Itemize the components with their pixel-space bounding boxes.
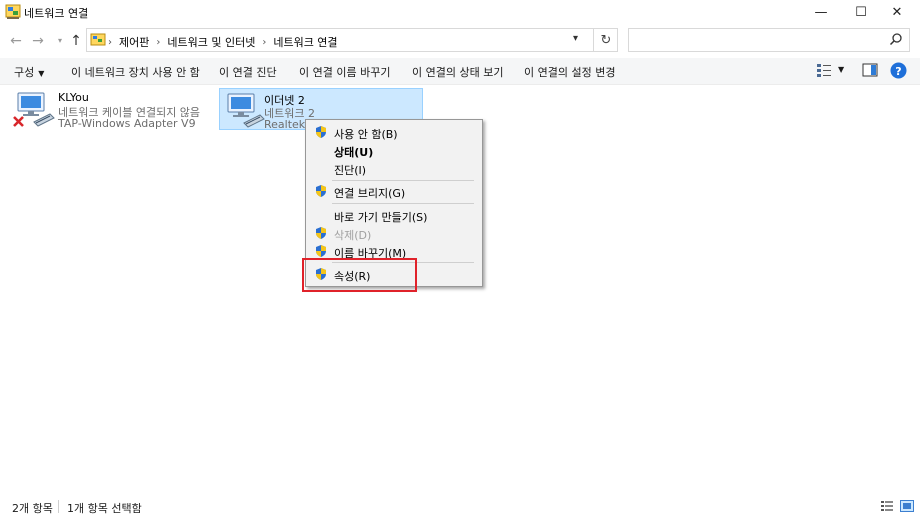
change-settings-button[interactable]: 이 연결의 설정 변경	[524, 64, 615, 80]
recent-locations-chevron-icon[interactable]: ▾	[52, 33, 68, 49]
chevron-down-icon: ▼	[38, 69, 45, 78]
breadcrumb-separator-icon[interactable]: ›	[156, 37, 160, 48]
svg-text:?: ?	[895, 65, 901, 78]
close-button[interactable]: ✕	[874, 0, 920, 24]
address-dropdown-chevron-icon[interactable]: ▾	[573, 33, 578, 44]
address-bar-row: ← → ▾ ↑ › 제어판 › 네트워크 및 인터넷 › 네트워크 연결 ▾ ↻	[0, 28, 920, 54]
refresh-icon[interactable]: ↻	[593, 29, 618, 51]
item-count: 2개 항목	[12, 502, 53, 515]
uac-shield-icon	[316, 126, 326, 138]
menu-item-label: 연결 브리지(G)	[334, 187, 406, 200]
diagnose-connection-button[interactable]: 이 연결 진단	[219, 64, 277, 80]
title-bar: 네트워크 연결 — ☐ ✕	[0, 0, 920, 24]
menu-item-label: 사용 안 함(B)	[334, 128, 398, 141]
menu-item-disable[interactable]: 사용 안 함(B)	[308, 123, 480, 141]
preview-pane-icon[interactable]	[862, 62, 878, 78]
uac-shield-icon	[316, 185, 326, 197]
menu-item-status[interactable]: 상태(U)	[308, 141, 480, 159]
menu-item-label: 바로 가기 만들기(S)	[334, 211, 428, 224]
address-box[interactable]: › 제어판 › 네트워크 및 인터넷 › 네트워크 연결 ▾ ↻	[86, 28, 618, 52]
connection-adapter: TAP-Windows Adapter V9	[58, 117, 196, 130]
breadcrumb-separator-icon[interactable]: ›	[262, 37, 266, 48]
selection-count: 1개 항목 선택함	[67, 502, 142, 515]
command-bar: 구성 ▼ 이 네트워크 장치 사용 안 함 이 연결 진단 이 연결 이름 바꾸기…	[0, 58, 920, 85]
connection-item-klyou[interactable]: KLYou 네트워크 케이블 연결되지 않음 TAP-Windows Adapt…	[10, 88, 200, 130]
rename-connection-button[interactable]: 이 연결 이름 바꾸기	[299, 64, 390, 80]
view-status-button[interactable]: 이 연결의 상태 보기	[412, 64, 503, 80]
up-arrow-icon[interactable]: ↑	[68, 33, 84, 49]
properties-highlight-box	[302, 258, 417, 292]
window-title: 네트워크 연결	[24, 7, 89, 20]
menu-separator	[332, 180, 474, 181]
status-bar: 2개 항목 1개 항목 선택함	[0, 496, 920, 518]
menu-item-bridge[interactable]: 연결 브리지(G)	[308, 182, 480, 200]
forward-arrow-icon[interactable]: →	[30, 33, 46, 49]
menu-separator	[332, 203, 474, 204]
disconnected-x-icon	[13, 116, 24, 127]
menu-item-create-shortcut[interactable]: 바로 가기 만들기(S)	[308, 206, 480, 224]
organize-menu-button[interactable]: 구성 ▼	[14, 64, 44, 80]
status-separator	[58, 500, 59, 513]
breadcrumb-separator-icon[interactable]: ›	[108, 37, 112, 48]
view-options-chevron-icon[interactable]: ▼	[838, 65, 844, 74]
large-icons-view-icon[interactable]	[900, 500, 914, 512]
network-connections-icon	[5, 4, 21, 19]
help-icon[interactable]: ?	[890, 62, 907, 79]
uac-shield-icon	[316, 227, 326, 239]
menu-item-delete[interactable]: 삭제(D)	[308, 224, 480, 242]
breadcrumb-network-connections[interactable]: 네트워크 연결	[273, 34, 337, 50]
search-input[interactable]	[633, 32, 883, 50]
menu-item-label: 상태(U)	[334, 146, 374, 159]
breadcrumb: › 제어판 › 네트워크 및 인터넷 › 네트워크 연결	[108, 34, 338, 50]
breadcrumb-control-panel[interactable]: 제어판	[119, 34, 149, 50]
search-icon[interactable]	[889, 32, 903, 46]
details-view-icon[interactable]	[880, 500, 894, 512]
organize-label: 구성	[14, 66, 35, 79]
menu-item-diagnose[interactable]: 진단(I)	[308, 159, 480, 177]
menu-item-label: 진단(I)	[334, 164, 367, 177]
menu-item-label: 삭제(D)	[334, 229, 372, 242]
connection-name: KLYou	[58, 91, 89, 104]
breadcrumb-network-internet[interactable]: 네트워크 및 인터넷	[167, 34, 255, 50]
control-panel-icon	[90, 33, 106, 46]
uac-shield-icon	[316, 245, 326, 257]
search-box[interactable]	[628, 28, 910, 52]
change-view-icon[interactable]	[816, 62, 832, 78]
disable-device-button[interactable]: 이 네트워크 장치 사용 안 함	[71, 64, 200, 80]
network-adapter-icon	[227, 93, 265, 128]
back-arrow-icon[interactable]: ←	[8, 33, 24, 49]
